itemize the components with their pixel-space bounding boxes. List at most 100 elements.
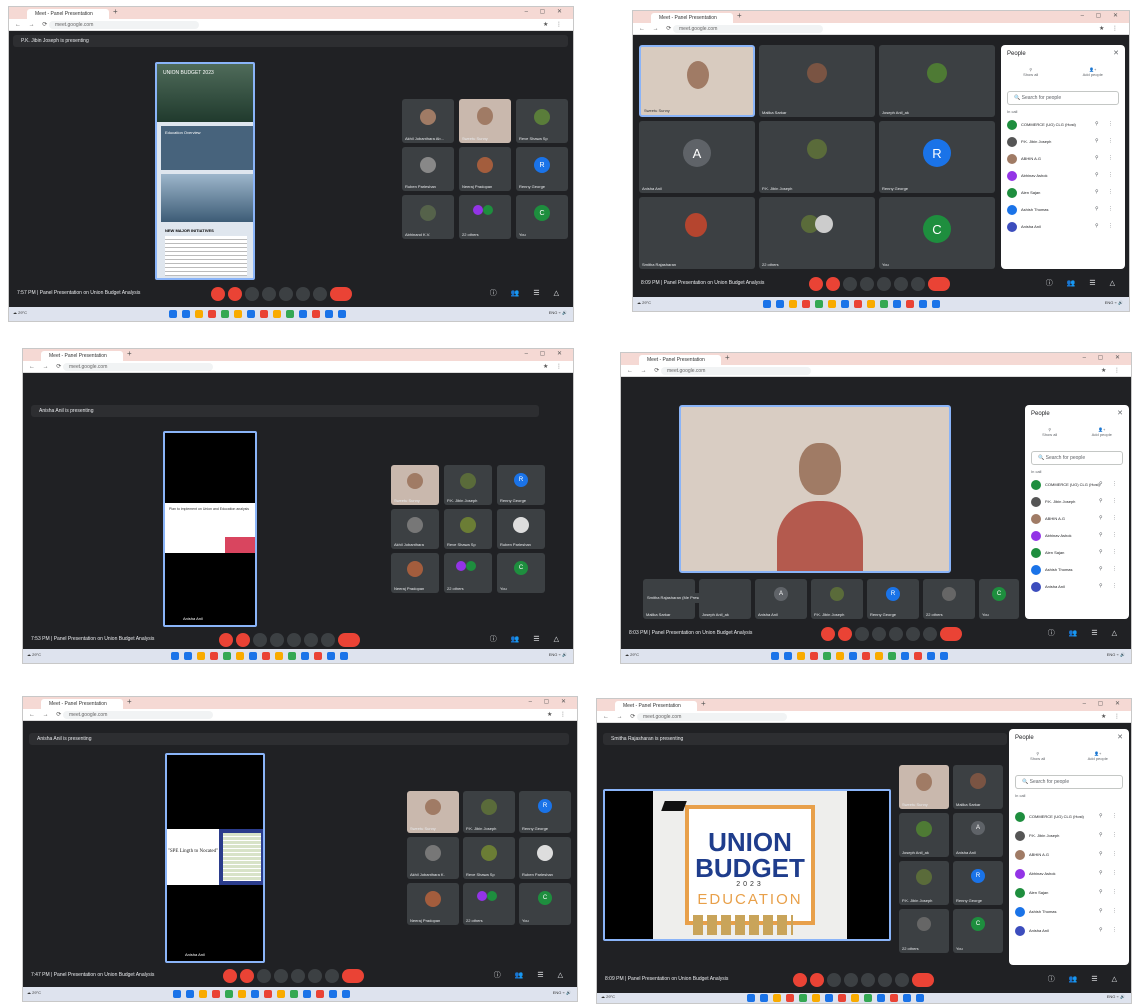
list-item[interactable]: Ashish Thomas ⚲ ⋮ [1015, 904, 1123, 923]
browser-extensions[interactable]: ★ ⋮ [543, 21, 565, 28]
participant-tile[interactable]: Ruben Parleshan [519, 837, 571, 879]
participant-tile[interactable]: R Renny George [867, 579, 919, 619]
list-item[interactable]: Ashish Thomas ⚲ ⋮ [1031, 562, 1123, 579]
side-panel-icons[interactable]: ⓘ 👥 ☰ △ [494, 970, 569, 980]
raise-hand-button[interactable] [872, 627, 886, 641]
participant-tile[interactable]: Akhil Jobanthara Ab... [402, 99, 454, 143]
list-item[interactable]: Anisha Anil ⚲ ⋮ [1015, 923, 1123, 942]
window-controls[interactable]: – ▢ ✕ [525, 8, 567, 15]
leave-call-button[interactable] [912, 973, 934, 987]
participant-tile[interactable]: Reve Shawa Sp [516, 99, 568, 143]
browser-tab[interactable]: Meet - Panel Presentation [651, 13, 733, 23]
list-item[interactable]: P.K. Jibin Joseph ⚲ ⋮ [1007, 134, 1119, 151]
participant-tile[interactable]: A Anisha Anil [755, 579, 807, 619]
participant-tile[interactable]: 22 others [759, 197, 875, 269]
participant-tile[interactable]: Reve Shawa Sp [463, 837, 515, 879]
list-item[interactable]: Alen Sajan ⚲ ⋮ [1015, 885, 1123, 904]
participant-tile[interactable]: Akhil Jobanthara K. [407, 837, 459, 879]
taskbar-apps[interactable] [747, 994, 924, 1002]
list-item[interactable]: P.K. Jibin Joseph ⚲ ⋮ [1031, 494, 1123, 511]
participant-tile[interactable]: 22 others [923, 579, 975, 619]
mic-off-button[interactable] [223, 969, 237, 983]
add-people-button[interactable]: 👤+ Add people [1083, 67, 1103, 77]
taskbar-apps[interactable] [763, 300, 940, 308]
raise-hand-button[interactable] [262, 287, 276, 301]
browser-tab[interactable]: Meet - Panel Presentation [41, 699, 123, 709]
new-tab-icon[interactable]: + [737, 11, 742, 20]
list-item[interactable]: Anisha Anil ⚲ ⋮ [1007, 219, 1119, 236]
self-tile[interactable]: C You [979, 579, 1019, 619]
self-tile[interactable]: C You [519, 883, 571, 925]
participant-tile[interactable]: Sweetu Sunny [391, 465, 439, 505]
participant-tile[interactable]: 22 others [463, 883, 515, 925]
list-item[interactable]: COMMERCE (UG) CLG (Host) ⚲ ⋮ [1031, 477, 1123, 494]
new-tab-icon[interactable]: + [113, 7, 118, 16]
participant-tile[interactable]: Akhil Jobanthara [391, 509, 439, 549]
leave-call-button[interactable] [928, 277, 950, 291]
mic-off-button[interactable] [809, 277, 823, 291]
mic-off-button[interactable] [219, 633, 233, 647]
address-bar[interactable]: ← → ⟳ meet.google.com ★ ⋮ [23, 361, 573, 373]
people-search-input[interactable]: 🔍 Search for people [1015, 775, 1123, 789]
side-panel-icons[interactable]: ⓘ 👥 ☰ △ [1048, 974, 1123, 984]
list-item[interactable]: ABHIN A.G ⚲ ⋮ [1007, 151, 1119, 168]
list-item[interactable]: Alen Sajan ⚲ ⋮ [1007, 185, 1119, 202]
participant-tile[interactable]: Sweetu Sunny [899, 765, 949, 809]
self-tile[interactable]: C You [497, 553, 545, 593]
participant-tile[interactable]: Joseph Anil_ak [699, 579, 751, 619]
list-item[interactable]: Abhinav Ashok ⚲ ⋮ [1031, 528, 1123, 545]
new-tab-icon[interactable]: + [725, 353, 730, 362]
main-speaker-video[interactable] [679, 405, 951, 573]
window-controls[interactable]: – ▢ ✕ [1083, 354, 1125, 361]
self-tile[interactable]: C You [516, 195, 568, 239]
url-field[interactable]: meet.google.com [673, 25, 823, 33]
system-tray[interactable]: ENG ⌁ 🔊 [1105, 300, 1123, 305]
system-tray[interactable]: ENG ⌁ 🔊 [549, 310, 567, 315]
address-bar[interactable]: ← → ⟳ meet.google.com ★ ⋮ [23, 709, 577, 721]
weather-widget[interactable]: ☁ 29°C [27, 990, 41, 995]
browser-tab[interactable]: Meet - Panel Presentation [41, 351, 123, 361]
camera-off-button[interactable] [838, 627, 852, 641]
participant-tile[interactable]: P.K. Jibin Joseph [759, 121, 875, 193]
show-all-button[interactable]: ⚲ Show all [1042, 427, 1057, 437]
captions-button[interactable] [855, 627, 869, 641]
participant-tile[interactable]: Smitha Rajasharan [639, 197, 755, 269]
side-panel-icons[interactable]: ⓘ 👥 ☰ △ [1046, 278, 1121, 288]
emoji-button[interactable] [287, 633, 301, 647]
participant-tile[interactable]: Neeraj Pradopan [407, 883, 459, 925]
more-options-button[interactable] [321, 633, 335, 647]
captions-button[interactable] [827, 973, 841, 987]
present-button[interactable] [906, 627, 920, 641]
participant-tile[interactable]: P.K. Jibin Joseph [463, 791, 515, 833]
people-search-input[interactable]: 🔍 Search for people [1007, 91, 1119, 105]
participant-tile[interactable]: Ruben Parleshan [497, 509, 545, 549]
list-item[interactable]: ABHIN A.G ⚲ ⋮ [1031, 511, 1123, 528]
weather-widget[interactable]: ☁ 29°C [27, 652, 41, 657]
address-bar[interactable]: ← → ⟳ meet.google.com ★ ⋮ [633, 23, 1129, 35]
nav-buttons[interactable]: ← → ⟳ [29, 363, 64, 370]
raise-hand-button[interactable] [860, 277, 874, 291]
participant-tile[interactable]: A Anisha Anil [953, 813, 1003, 857]
participant-tile[interactable]: Joseph Anil_ak [879, 45, 995, 117]
more-options-button[interactable] [313, 287, 327, 301]
leave-call-button[interactable] [330, 287, 352, 301]
emoji-button[interactable] [861, 973, 875, 987]
list-item[interactable]: COMMERCE (UG) CLG (Host) ⚲ ⋮ [1015, 809, 1123, 828]
browser-extensions[interactable]: ★ ⋮ [1101, 713, 1123, 720]
url-field[interactable]: meet.google.com [63, 363, 213, 371]
camera-off-button[interactable] [240, 969, 254, 983]
window-controls[interactable]: – ▢ ✕ [529, 698, 571, 705]
nav-buttons[interactable]: ← → ⟳ [29, 711, 64, 718]
more-options-button[interactable] [911, 277, 925, 291]
url-field[interactable]: meet.google.com [661, 367, 811, 375]
url-field[interactable]: meet.google.com [49, 21, 199, 29]
weather-widget[interactable]: ☁ 29°C [601, 994, 615, 999]
camera-off-button[interactable] [810, 973, 824, 987]
system-tray[interactable]: ENG ⌁ 🔊 [1107, 652, 1125, 657]
browser-tab[interactable]: Meet - Panel Presentation [27, 9, 109, 19]
raise-hand-button[interactable] [844, 973, 858, 987]
list-item[interactable]: P.K. Jibin Joseph ⚲ ⋮ [1015, 828, 1123, 847]
list-item[interactable]: Ashish Thomas ⚲ ⋮ [1007, 202, 1119, 219]
participant-tile[interactable]: Ruben Parleshan [402, 147, 454, 191]
emoji-button[interactable] [877, 277, 891, 291]
